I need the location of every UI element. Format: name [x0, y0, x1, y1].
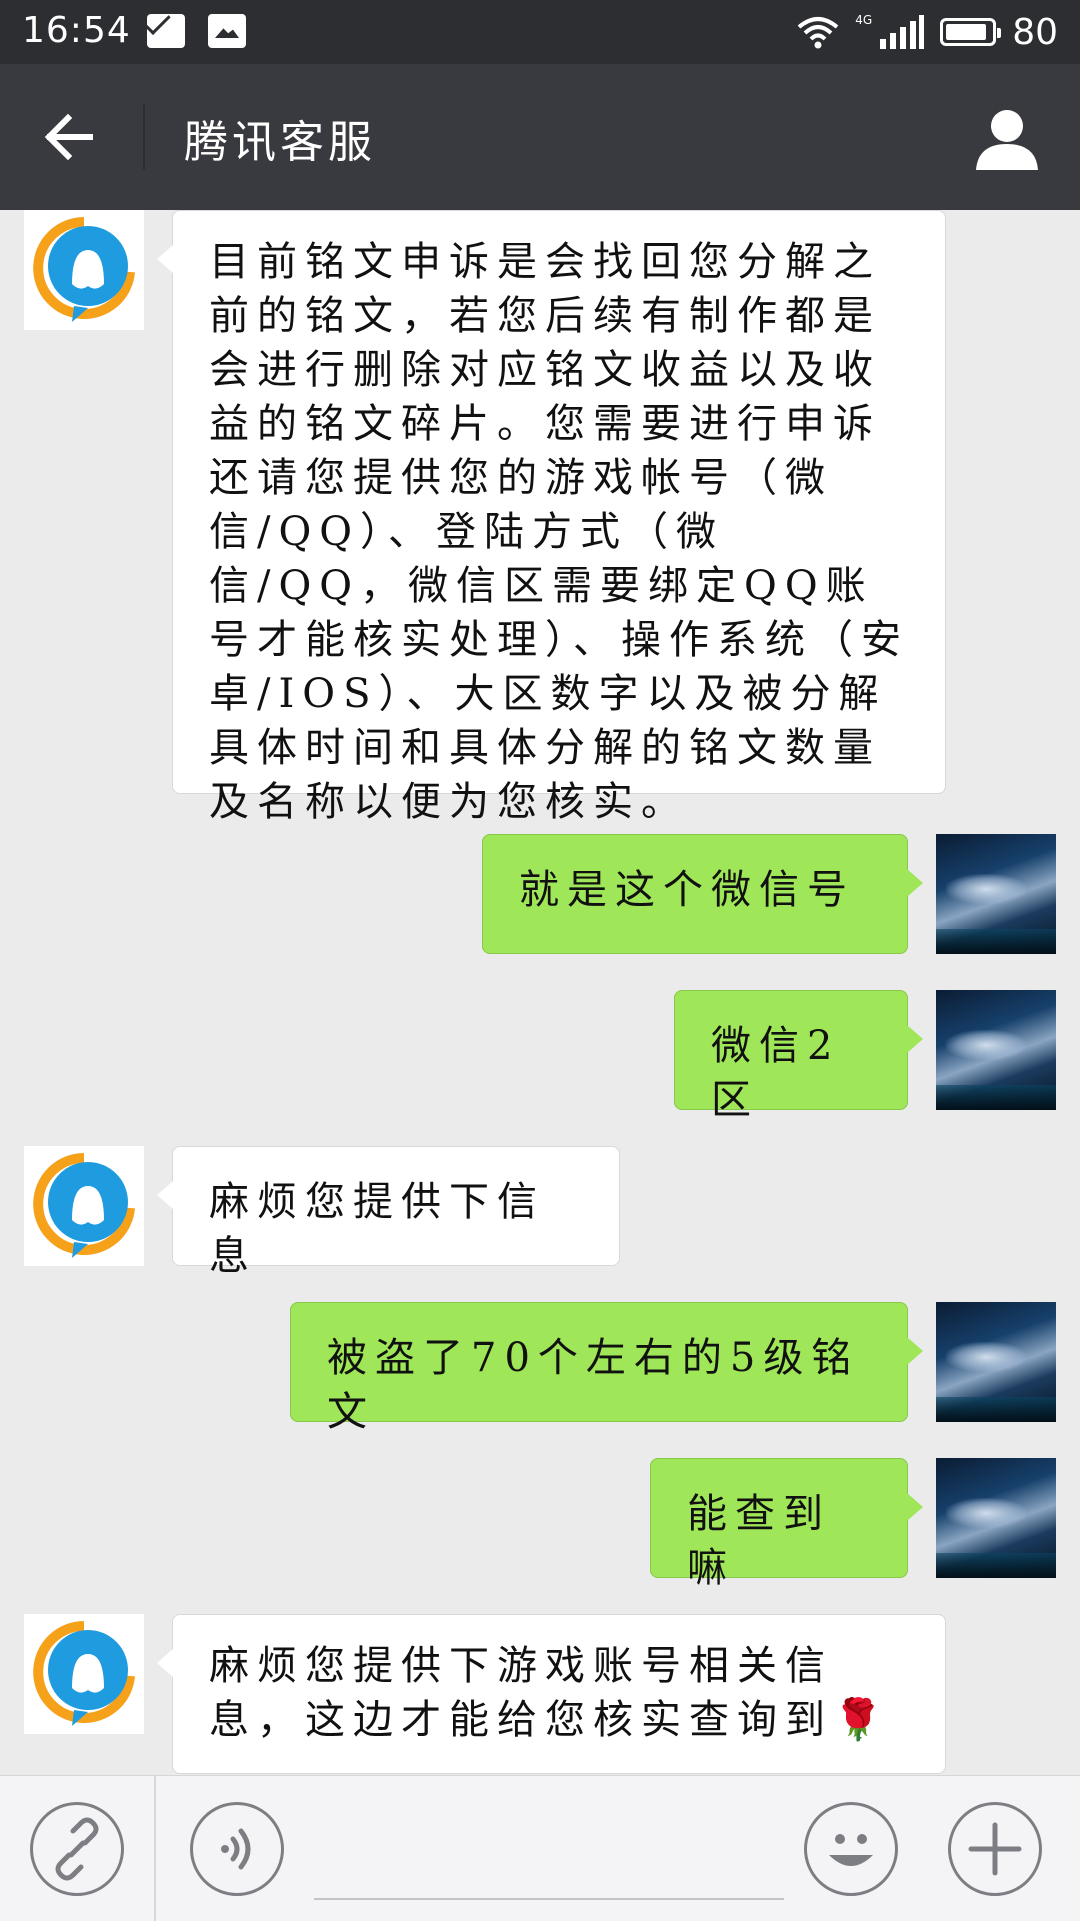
avatar[interactable] — [936, 1302, 1056, 1422]
link-button[interactable] — [30, 1802, 124, 1896]
message-bubble-sent[interactable]: 就是这个微信号 — [482, 834, 923, 954]
avatar[interactable] — [24, 1614, 144, 1734]
status-time: 16:54 — [22, 10, 131, 51]
header-divider — [143, 104, 145, 170]
message-bubble-received[interactable]: 麻烦您提供下游戏账号相关信息，这边才能给您核实查询到🌹 — [157, 1614, 946, 1774]
person-icon[interactable] — [972, 102, 1042, 172]
emoji-button[interactable] — [804, 1802, 898, 1896]
chat-message-list[interactable]: 目前铭文申诉是会找回您分解之前的铭文，若您后续有制作都是会进行删除对应铭文收益以… — [0, 210, 1080, 1775]
mail-notification-icon — [147, 14, 185, 48]
message-bubble-sent[interactable]: 能查到嘛 — [650, 1458, 923, 1591]
battery-icon — [940, 18, 1002, 46]
qq-logo-icon — [33, 1621, 135, 1726]
more-button[interactable] — [948, 1802, 1042, 1896]
network-type-label: 4G — [855, 13, 873, 27]
page-title: 腾讯客服 — [184, 117, 376, 168]
qq-logo-icon — [33, 1153, 135, 1258]
message-bubble-received[interactable]: 麻烦您提供下信息 — [157, 1146, 620, 1279]
voice-button[interactable] — [190, 1802, 284, 1896]
message-bubble-sent[interactable]: 微信2区 — [674, 990, 923, 1123]
avatar[interactable] — [936, 1458, 1056, 1578]
avatar[interactable] — [936, 990, 1056, 1110]
qq-logo-icon — [33, 217, 135, 322]
voice-icon — [221, 1828, 251, 1870]
message-input[interactable] — [314, 1898, 784, 1900]
chat-header: 腾讯客服 — [0, 64, 1080, 210]
wifi-icon — [797, 17, 839, 49]
status-right-group: 4G 80 — [797, 8, 1058, 56]
avatar[interactable] — [936, 834, 1056, 954]
image-notification-icon — [208, 14, 246, 48]
avatar[interactable] — [24, 1146, 144, 1266]
input-bar — [0, 1775, 1080, 1921]
emoji-icon — [829, 1834, 873, 1866]
message-bubble-received[interactable]: 目前铭文申诉是会找回您分解之前的铭文，若您后续有制作都是会进行删除对应铭文收益以… — [157, 210, 946, 825]
battery-level: 80 — [1012, 11, 1058, 53]
signal-icon — [880, 15, 925, 49]
link-icon — [55, 1817, 99, 1881]
status-bar: 16:54 4G 80 — [0, 0, 1080, 64]
arrow-left-icon[interactable] — [38, 104, 104, 170]
avatar[interactable] — [24, 210, 144, 330]
plus-icon — [968, 1822, 1022, 1876]
input-bar-divider — [154, 1776, 156, 1921]
message-bubble-sent[interactable]: 被盗了70个左右的5级铭文 — [290, 1302, 923, 1435]
